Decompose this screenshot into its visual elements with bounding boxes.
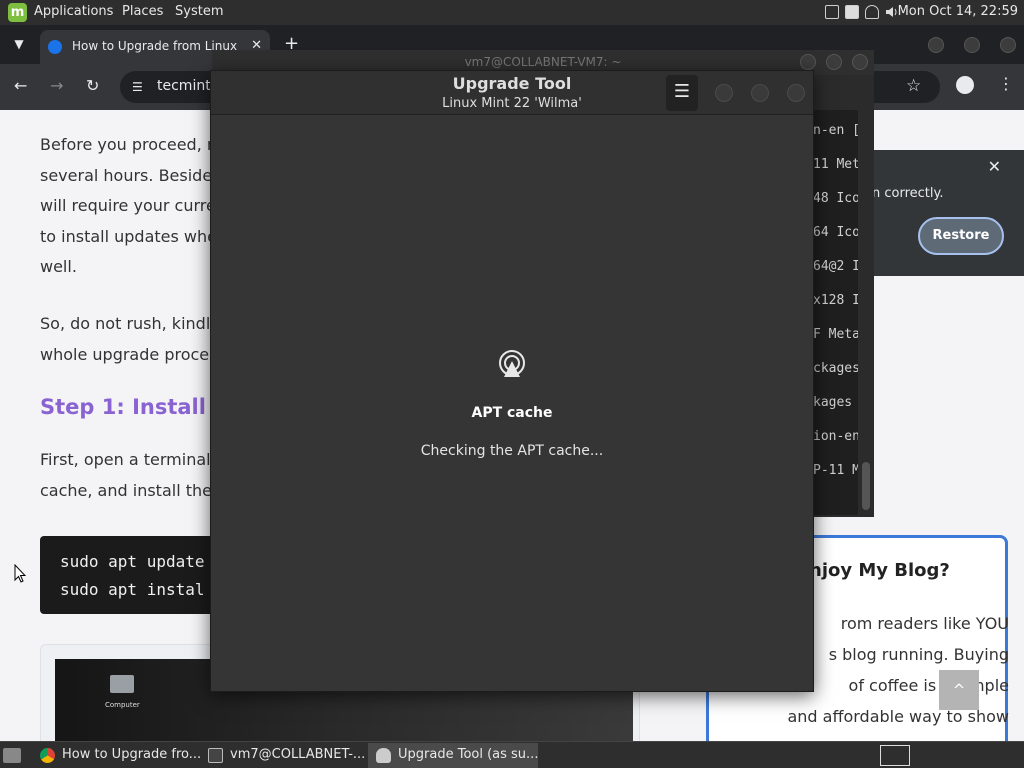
taskbar-item-upgrade-tool[interactable]: Upgrade Tool (as su... [368, 743, 538, 768]
reload-icon[interactable]: ↻ [86, 76, 99, 95]
browser-minimize-button[interactable] [928, 37, 944, 53]
forward-arrow-icon[interactable]: → [50, 76, 63, 95]
apt-cache-status-icon [499, 350, 525, 377]
applications-menu[interactable]: Applications [34, 4, 113, 19]
scroll-to-top-button[interactable]: ^ [939, 670, 979, 710]
terminal-scrollbar[interactable] [858, 110, 874, 515]
site-info-icon[interactable]: ☰ [132, 80, 143, 94]
back-arrow-icon[interactable]: ← [14, 76, 27, 95]
dialog-close-button[interactable] [787, 84, 805, 102]
dialog-minimize-button[interactable] [715, 84, 733, 102]
profile-avatar-icon[interactable] [956, 76, 974, 94]
top-panel: m Applications Places System Mon Oct 14,… [0, 0, 1024, 25]
panel-clock[interactable]: Mon Oct 14, 22:59 [898, 4, 1018, 19]
terminal-scrollbar-thumb[interactable] [862, 462, 870, 510]
mouse-cursor-icon [14, 564, 26, 583]
browser-menu-dots-icon[interactable]: ⋮ [998, 74, 1014, 93]
taskbar-item-browser[interactable]: How to Upgrade fro... [32, 743, 200, 768]
browser-close-button[interactable] [1000, 37, 1016, 53]
restore-popup-text: n correctly. [872, 186, 944, 201]
upgrade-tool-window: Upgrade Tool Linux Mint 22 'Wilma' ☰ APT… [210, 70, 814, 692]
tab-search-chevron-icon[interactable]: ▼ [8, 33, 30, 55]
restore-pages-popup: ✕ n correctly. Restore [860, 150, 1024, 276]
workspace-switcher[interactable] [880, 745, 910, 766]
enjoy-blog-title: njoy My Blog? [809, 560, 950, 581]
hamburger-menu-icon[interactable]: ☰ [666, 75, 698, 111]
bottom-taskbar: How to Upgrade fro... vm7@COLLABNET-... … [0, 741, 1024, 768]
terminal-maximize-button[interactable] [826, 54, 842, 70]
upgrade-tool-headerbar[interactable]: Upgrade Tool Linux Mint 22 'Wilma' ☰ [211, 71, 813, 115]
tecmint-favicon-icon [48, 40, 62, 54]
system-menu[interactable]: System [175, 4, 223, 19]
popup-close-icon[interactable]: ✕ [988, 157, 1001, 176]
code-block[interactable]: sudo apt update sudo apt instal [40, 536, 230, 614]
update-manager-icon[interactable] [845, 5, 859, 19]
terminal-minimize-button[interactable] [800, 54, 816, 70]
status-message: Checking the APT cache... [420, 443, 604, 459]
browser-maximize-button[interactable] [964, 37, 980, 53]
show-desktop-icon[interactable] [3, 748, 21, 763]
restore-button[interactable]: Restore [918, 217, 1004, 255]
shield-icon [376, 748, 391, 763]
status-title: APT cache [471, 405, 553, 421]
mint-menu-icon[interactable]: m [8, 3, 27, 22]
network-icon[interactable] [825, 5, 839, 19]
terminal-icon [208, 748, 223, 763]
address-text: tecmint. [157, 78, 216, 94]
places-menu[interactable]: Places [122, 4, 163, 19]
chrome-icon [40, 748, 55, 763]
dialog-maximize-button[interactable] [751, 84, 769, 102]
bookmark-star-icon[interactable]: ☆ [906, 76, 921, 96]
taskbar-item-terminal[interactable]: vm7@COLLABNET-... [200, 743, 366, 768]
desktop-icon-label: Computer [105, 701, 140, 709]
terminal-close-button[interactable] [852, 54, 868, 70]
computer-desktop-icon [110, 675, 134, 693]
shield-icon[interactable] [865, 5, 879, 19]
